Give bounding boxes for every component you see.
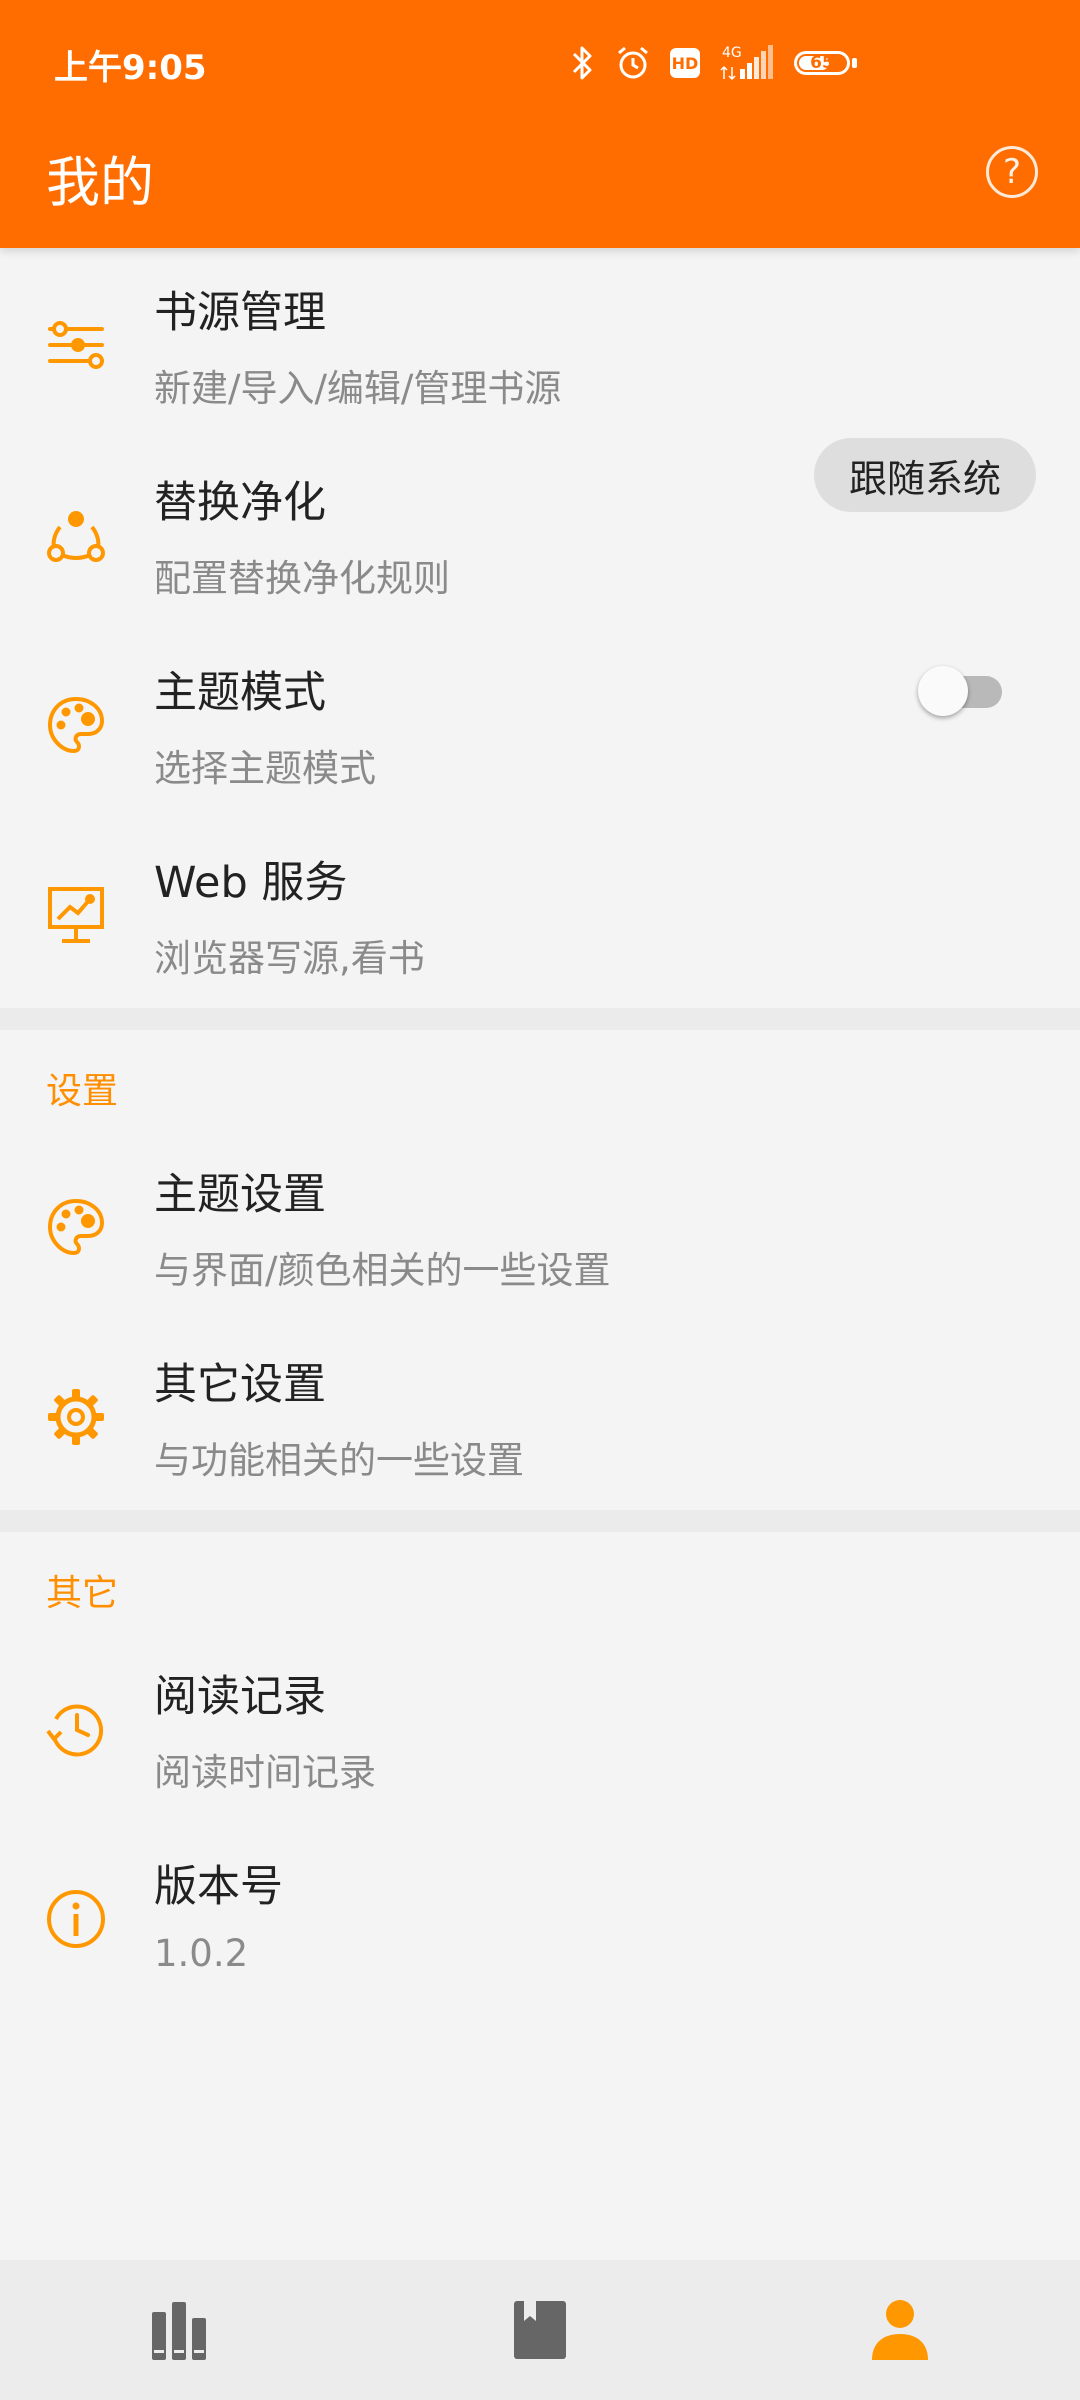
theme-settings-item[interactable]: 主题设置 与界面/颜色相关的一些设置 — [0, 1130, 1080, 1320]
section-header-settings: 设置 — [0, 1030, 1080, 1130]
palette-icon — [44, 693, 108, 757]
book-source-manage-item[interactable]: 书源管理 新建/导入/编辑/管理书源 — [0, 248, 1080, 438]
network-type: 4G — [722, 45, 742, 61]
item-summary: 浏览器写源,看书 — [154, 937, 425, 980]
section-title: 设置 — [46, 1071, 119, 1112]
item-title: 版本号 — [154, 1862, 283, 1912]
read-record-item[interactable]: 阅读记录 阅读时间记录 — [0, 1632, 1080, 1822]
signal-icon: 4G — [718, 43, 776, 83]
bookmark-book-icon — [512, 2299, 568, 2361]
item-title: 主题模式 — [154, 668, 326, 718]
bookshelf-icon — [150, 2298, 210, 2362]
history-icon — [44, 1697, 108, 1761]
theme-mode-value[interactable]: 跟随系统 — [814, 438, 1036, 512]
nav-mine[interactable] — [850, 2280, 950, 2380]
version-item[interactable]: 版本号 1.0.2 — [0, 1822, 1080, 2012]
switch-thumb — [918, 666, 968, 716]
item-title: 替换净化 — [154, 478, 326, 528]
theme-mode-item[interactable]: 主题模式 选择主题模式 — [0, 628, 1080, 818]
help-circle-icon[interactable]: ? — [986, 146, 1038, 198]
item-summary: 新建/导入/编辑/管理书源 — [154, 367, 562, 410]
preference-list: 书源管理 新建/导入/编辑/管理书源 替换净化 配置替换净化规则 主题模式 选择… — [0, 248, 1080, 2012]
page-title: 我的 — [46, 151, 154, 214]
section-title: 其它 — [46, 1573, 119, 1614]
gear-icon — [44, 1385, 108, 1449]
presentation-icon — [44, 883, 108, 947]
item-title: 其它设置 — [154, 1360, 326, 1410]
sliders-icon — [44, 313, 108, 377]
section-divider — [0, 1510, 1080, 1532]
person-icon — [870, 2298, 930, 2362]
share-triangle-icon — [44, 503, 108, 567]
bottom-navigation — [0, 2260, 1080, 2400]
nav-explore[interactable] — [490, 2280, 590, 2380]
item-title: 书源管理 — [154, 288, 326, 338]
web-service-switch[interactable] — [918, 666, 1006, 716]
battery-icon: 65 — [794, 51, 850, 75]
status-time: 上午9:05 — [54, 48, 207, 88]
item-summary: 阅读时间记录 — [154, 1751, 376, 1794]
nav-bookshelf[interactable] — [130, 2280, 230, 2380]
bluetooth-icon — [570, 43, 596, 83]
battery-level: 65 — [810, 53, 834, 73]
item-summary: 选择主题模式 — [154, 747, 376, 790]
section-header-other: 其它 — [0, 1532, 1080, 1632]
item-title: 阅读记录 — [154, 1672, 326, 1722]
item-summary: 1.0.2 — [154, 1932, 249, 1975]
app-bar: 上午9:05 HD 4G 65 我的 ? — [0, 0, 1080, 248]
hd-badge: HD — [670, 48, 700, 78]
section-divider — [0, 1008, 1080, 1030]
item-summary: 与界面/颜色相关的一些设置 — [154, 1249, 611, 1292]
info-icon — [44, 1887, 108, 1951]
item-summary: 与功能相关的一些设置 — [154, 1439, 524, 1482]
item-summary: 配置替换净化规则 — [154, 557, 450, 600]
status-icons: HD 4G 65 — [570, 38, 857, 88]
item-title: 主题设置 — [154, 1170, 326, 1220]
web-service-item[interactable]: Web 服务 浏览器写源,看书 — [0, 818, 1080, 1008]
item-title: Web 服务 — [154, 858, 348, 908]
palette-icon — [44, 1195, 108, 1259]
alarm-icon — [614, 44, 652, 82]
other-settings-item[interactable]: 其它设置 与功能相关的一些设置 — [0, 1320, 1080, 1510]
